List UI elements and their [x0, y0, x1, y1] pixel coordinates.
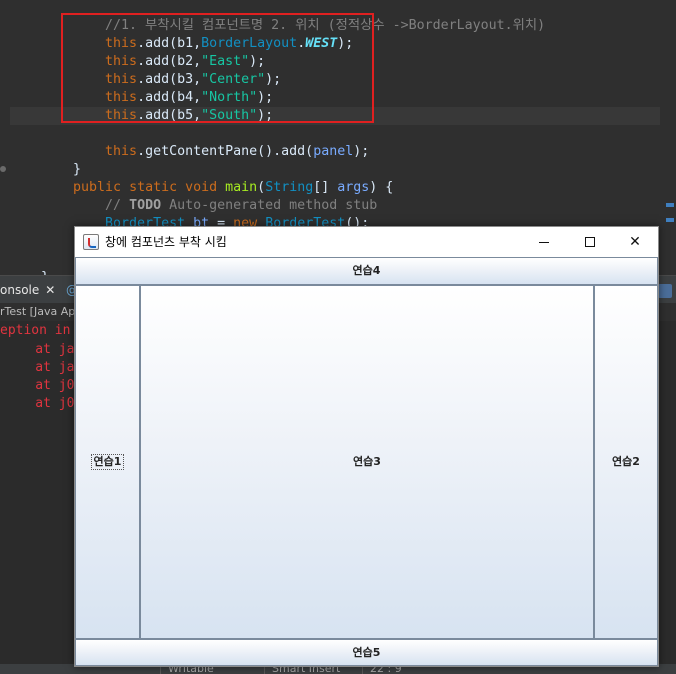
- maximize-button[interactable]: [567, 227, 613, 257]
- code-token: );: [353, 144, 370, 159]
- launch-config-text: rTest [Java Ap: [0, 305, 76, 318]
- south-button[interactable]: 연습5: [75, 639, 658, 666]
- fold-toggle-icon[interactable]: [0, 166, 6, 172]
- close-icon[interactable]: ✕: [45, 283, 55, 297]
- north-button-label: 연습4: [352, 264, 381, 277]
- error-line: at j0: [4, 378, 75, 393]
- west-button-label: 연습1: [90, 454, 125, 470]
- minimize-icon: [539, 241, 549, 243]
- error-line: at ja: [4, 360, 75, 375]
- error-line: at ja: [4, 342, 75, 357]
- overview-ruler-marker[interactable]: [666, 203, 674, 207]
- variable-token: panel: [313, 144, 354, 159]
- north-button[interactable]: 연습4: [75, 257, 658, 285]
- maximize-icon: [585, 237, 595, 247]
- minimize-button[interactable]: [521, 227, 567, 257]
- close-icon: ✕: [629, 234, 641, 250]
- center-button[interactable]: 연습3: [140, 285, 594, 639]
- code-line-close-brace: }: [9, 251, 49, 285]
- south-button-label: 연습5: [352, 646, 381, 659]
- code-line-main: public static void main(String[] args) {: [41, 161, 393, 195]
- code-line-todo: // TODO Auto-generated method stub: [73, 179, 377, 213]
- code-line-new-bordertest: BorderTest bt = new BorderTest();: [73, 197, 369, 232]
- red-highlight-box: [61, 13, 374, 123]
- west-button[interactable]: 연습1: [75, 285, 140, 639]
- error-line: at j0: [4, 396, 75, 411]
- tab-console[interactable]: onsole ✕: [0, 276, 61, 304]
- java-app-icon: [83, 234, 99, 250]
- error-line: eption in: [0, 323, 71, 338]
- tab-console-label: onsole: [0, 283, 40, 297]
- swing-window: 창에 컴포넌츠 부착 시킴 ✕ 연습4 연습1 연습3 연습2 연습5: [74, 226, 659, 667]
- east-button-label: 연습2: [612, 455, 640, 468]
- overview-ruler-marker[interactable]: [666, 218, 674, 222]
- editor-gutter: [0, 0, 10, 275]
- window-title-bar[interactable]: 창에 컴포넌츠 부착 시킴 ✕: [75, 227, 658, 257]
- center-button-label: 연습3: [353, 455, 381, 468]
- view-menu-icon[interactable]: [658, 284, 672, 298]
- close-button[interactable]: ✕: [612, 227, 658, 257]
- this-keyword: this: [105, 144, 138, 159]
- code-line-content-pane: this.getContentPane().add(panel);: [73, 125, 369, 159]
- east-button[interactable]: 연습2: [594, 285, 658, 639]
- code-token: .getContentPane().add(: [137, 144, 314, 159]
- code-line-close-brace: }: [41, 143, 81, 177]
- window-title: 창에 컴포넌츠 부착 시킴: [105, 235, 227, 249]
